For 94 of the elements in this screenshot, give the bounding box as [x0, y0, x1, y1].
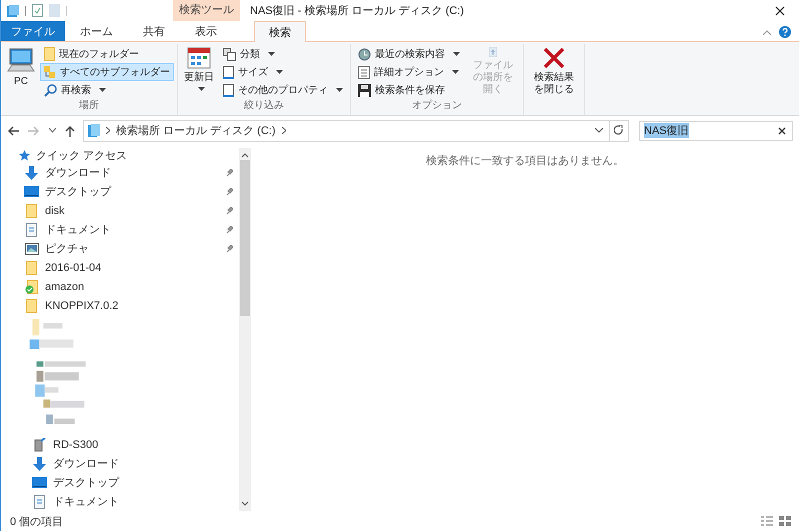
group-label: 絞り込み [243, 99, 285, 113]
ribbon-button[interactable]: 検索結果を閉じる [527, 44, 581, 115]
clock-icon [358, 48, 371, 60]
window-title: NAS復旧 - 検索場所 ローカル ディスク (C:) [250, 4, 464, 18]
pin-icon[interactable] [226, 188, 233, 196]
scrollbar-thumb[interactable] [240, 160, 250, 316]
back-arrow-icon[interactable] [7, 126, 19, 136]
pin-icon[interactable] [226, 168, 233, 176]
item-count: 0 個の項目 [10, 514, 64, 528]
up-arrow-icon[interactable] [65, 124, 75, 136]
ribbon-button[interactable]: すべてのサブフォルダー [40, 63, 174, 81]
network-drive-icon [34, 438, 46, 452]
nav-item[interactable]: 2016-01-04 [15, 258, 239, 277]
caret-icon [198, 87, 204, 91]
folder-check-icon [25, 280, 38, 294]
nav-item[interactable]: デスクトップ [15, 182, 239, 201]
search-icon [44, 84, 57, 96]
star-icon [19, 150, 30, 161]
desktop-icon [24, 186, 39, 197]
nav-item[interactable]: ドキュメント [15, 492, 239, 511]
chevron-right-icon [106, 127, 110, 134]
ribbon-button[interactable]: 検索条件を保存 [354, 81, 464, 99]
refresh-icon[interactable] [614, 125, 624, 136]
cross-icon [543, 47, 565, 69]
nav-item[interactable]: KNOPPIX7.0.2 [15, 296, 239, 315]
ribbon-button[interactable]: 分類 [219, 45, 347, 63]
save-icon [358, 84, 371, 96]
properties-icon[interactable] [32, 4, 43, 17]
caret-icon [99, 88, 106, 92]
folder-icon [26, 298, 37, 312]
caret-icon [336, 88, 343, 92]
page-icon [223, 84, 234, 96]
calendar-icon [187, 47, 211, 69]
nav-item[interactable]: ピクチャ [15, 239, 239, 258]
breadcrumb[interactable]: 検索場所 ローカル ディスク (C:) [116, 123, 276, 138]
options-list-icon [358, 66, 370, 78]
chevron-down-icon[interactable] [595, 128, 603, 133]
caret-icon [268, 52, 275, 56]
ribbon-button[interactable]: 更新日 [181, 44, 217, 99]
ribbon-button[interactable]: その他のプロパティ [219, 81, 347, 99]
subfolder-icon [44, 66, 56, 78]
scroll-down-icon[interactable] [241, 501, 249, 507]
nav-item[interactable]: disk [15, 201, 239, 220]
forward-arrow-icon[interactable] [28, 126, 40, 136]
group-label: 場所 [78, 99, 100, 113]
nav-item[interactable]: デスクトップ [15, 473, 239, 492]
caret-icon [453, 52, 460, 56]
group-label: オプション [411, 99, 463, 113]
clear-icon[interactable] [778, 126, 786, 134]
nav-item[interactable]: ダウンロード [15, 454, 239, 473]
nav-item[interactable]: RD-S300 [15, 435, 239, 454]
chevron-down-icon[interactable] [49, 128, 56, 133]
search-field[interactable]: NAS復旧 [639, 120, 793, 140]
drive-icon [88, 124, 100, 137]
caret-icon [276, 70, 283, 74]
pictures-icon [24, 242, 38, 254]
document-icon [26, 222, 37, 236]
folder-icon [44, 47, 55, 61]
folder-icon [26, 260, 37, 274]
page-icon [223, 66, 234, 78]
pin-icon[interactable] [226, 206, 233, 214]
help-icon[interactable] [779, 26, 791, 38]
caret-icon [452, 70, 459, 74]
nav-item[interactable]: ダウンロード [15, 163, 239, 182]
ribbon-tab[interactable]: ファイル [1, 21, 65, 41]
details-view-icon[interactable] [761, 516, 773, 526]
empty-message: 検索条件に一致する項目はありません。 [426, 155, 624, 167]
chevron-right-icon [282, 127, 286, 134]
folder-icon [26, 204, 37, 218]
nav-item[interactable]: amazon [15, 277, 239, 296]
quick-access-item[interactable]: クイック アクセス [15, 148, 239, 163]
ribbon-button[interactable]: PC [4, 44, 38, 99]
stacked-pages-icon [223, 48, 236, 60]
scroll-up-icon[interactable] [241, 152, 249, 158]
ribbon-button[interactable]: 詳細オプション [354, 63, 464, 81]
ribbon-button[interactable]: 再検索 [40, 81, 174, 99]
down-arrow-icon [25, 166, 38, 180]
ribbon-button[interactable]: サイズ [219, 63, 347, 81]
down-arrow-icon [33, 456, 46, 470]
pin-icon[interactable] [226, 226, 233, 234]
address-bar[interactable]: 検索場所 ローカル ディスク (C:) [83, 120, 610, 142]
context-tab-label: 検索ツール [173, 0, 240, 21]
document-icon [34, 494, 45, 508]
large-icons-view-icon[interactable] [779, 516, 791, 526]
ribbon-button[interactable]: 最近の検索内容 [354, 45, 464, 63]
pin-icon[interactable] [226, 244, 233, 252]
ribbon-button[interactable]: 現在のフォルダー [40, 45, 174, 63]
desktop-icon [32, 477, 47, 488]
close-icon[interactable] [775, 6, 785, 16]
computer-icon [7, 47, 35, 73]
nav-item[interactable]: ドキュメント [15, 220, 239, 239]
folder-icon[interactable] [7, 4, 19, 16]
ribbon-tab[interactable]: 検索 [254, 21, 306, 42]
collapse-ribbon-icon[interactable] [763, 30, 771, 34]
